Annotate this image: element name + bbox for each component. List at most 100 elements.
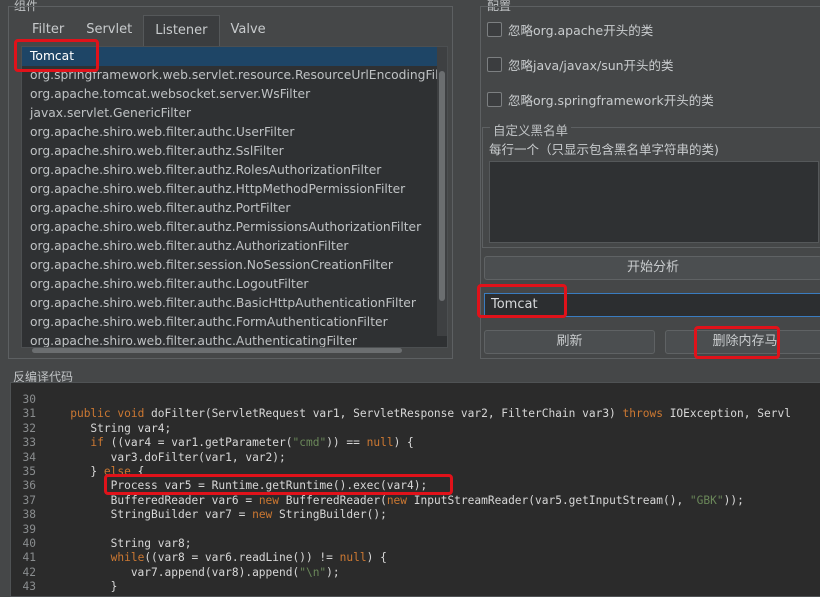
tab-listener[interactable]: Listener [143,15,220,46]
list-item[interactable]: org.apache.shiro.web.filter.authc.FormAu… [22,313,447,332]
checkbox-box[interactable] [487,91,502,107]
list-item[interactable]: org.apache.shiro.web.filter.authz.Author… [22,237,447,256]
checkbox-label: 忽略org.apache开头的类 [508,22,654,38]
checkbox-ignore-apache[interactable]: 忽略org.apache开头的类 [487,19,653,39]
code-token: String var4; [50,421,172,435]
code-token: ); [326,565,340,579]
list-item[interactable]: org.apache.shiro.web.filter.authz.HttpMe… [22,180,447,199]
code-token: )); [723,493,744,507]
code-line: 32 String var4; [11,422,820,436]
line-number: 38 [22,508,36,522]
line-number: 30 [22,393,36,406]
code-line: 43 } [11,580,820,594]
code-line: 41 while((var8 = var6.readLine()) != nul… [11,551,820,565]
code-token: new [252,508,273,522]
delete-button-highlight [694,326,780,359]
code-token: new [258,493,280,507]
code-token: var7.append(var8).append( [50,565,300,579]
list-item[interactable]: org.apache.shiro.web.filter.session.NoSe… [22,256,447,275]
line-number: 32 [22,421,36,435]
line-number: 31 [22,407,36,421]
code-token: } [50,580,118,594]
code-token: )) == [326,436,367,450]
list-item[interactable]: org.apache.shiro.web.filter.authz.SslFil… [22,142,447,161]
code-token: StringBuilder var7 = [50,508,253,522]
blacklist-hint: 每行一个（只显示包含黑名单字符串的类) [489,142,719,157]
code-token: null [339,551,367,565]
code-token: BufferedReader var6 = [50,493,259,507]
start-analysis-button[interactable]: 开始分析 [484,256,820,280]
code-line-partial [11,383,50,389]
code-token: new [386,493,408,507]
search-input-highlight [477,284,567,318]
line-number: 42 [22,565,36,579]
code-token: } [50,464,104,478]
list-item[interactable]: org.apache.shiro.web.filter.authz.Permis… [22,218,447,237]
code-token: null [366,436,394,450]
list-item[interactable]: org.apache.shiro.web.filter.authc.Authen… [22,332,447,347]
code-token: StringBuilder(); [272,508,387,522]
blacklist-title: 自定义黑名单 [490,120,572,139]
checkbox-box[interactable] [487,21,502,37]
code-line: 40 String var8; [11,537,820,551]
code-token: ) { [366,551,387,565]
list-item[interactable]: javax.servlet.GenericFilter [22,104,447,123]
code-line: 31 public void doFilter(ServletRequest v… [11,407,820,421]
line-number: 35 [22,464,36,478]
checkbox-ignore-spring[interactable]: 忽略org.springframework开头的类 [487,89,714,109]
checkbox-label: 忽略org.springframework开头的类 [508,92,714,108]
component-list[interactable]: Tomcat org.springframework.web.servlet.re… [21,46,448,348]
code-line: 34 var3.doFilter(var1, var2); [11,451,820,465]
code-token: IOException, Servl [662,407,791,421]
checkbox-label: 忽略java/javax/sun开头的类 [508,57,674,73]
code-token: public void [70,407,145,421]
list-vertical-scroll-thumb[interactable] [439,71,445,301]
code-token: while [110,551,145,565]
line-number: 43 [22,580,36,594]
code-token: "cmd" [292,436,327,450]
tomcat-item-highlight [14,39,99,72]
line-number: 41 [22,551,36,565]
line-number: 34 [22,450,36,464]
code-token: doFilter(ServletRequest var1, ServletRes… [144,407,623,421]
code-line: 38 StringBuilder var7 = new StringBuilde… [11,508,820,522]
code-line: 37 BufferedReader var6 = new BufferedRea… [11,494,820,508]
code-line: 30 [11,393,820,407]
list-vertical-scrollbar[interactable] [437,47,447,336]
code-line: 33 if ((var4 = var1.getParameter("cmd"))… [11,436,820,450]
code-line: 42 var7.append(var8).append("\n"); [11,566,820,580]
code-token: "\n" [299,565,327,579]
line-number: 39 [22,522,36,536]
code-line: 39 [11,523,820,537]
list-item[interactable]: org.apache.shiro.web.filter.authc.Logout… [22,275,447,294]
list-item[interactable]: org.apache.shiro.web.filter.authz.RolesA… [22,161,447,180]
exec-line-highlight [104,474,453,495]
code-token: ((var8 = var6.readLine()) != [144,551,340,565]
list-item[interactable]: org.apache.shiro.web.filter.authc.BasicH… [22,294,447,313]
code-token: "GBK" [689,493,724,507]
line-number: 40 [22,536,36,550]
code-token: String var8; [50,536,192,550]
blacklist-textarea[interactable] [489,161,819,243]
list-horizontal-scroll-thumb[interactable] [32,348,402,353]
line-number: 37 [22,493,36,507]
code-token: BufferedReader( [279,493,387,507]
code-token: ) { [393,436,414,450]
list-item[interactable]: org.apache.shiro.web.filter.authz.PortFi… [22,199,447,218]
refresh-button[interactable]: 刷新 [484,330,655,354]
list-item[interactable]: org.apache.shiro.web.filter.authc.UserFi… [22,123,447,142]
code-token: if [90,436,104,450]
checkbox-ignore-java[interactable]: 忽略java/javax/sun开头的类 [487,54,674,74]
list-item[interactable]: org.apache.tomcat.websocket.server.WsFil… [22,85,447,104]
code-token: var3.doFilter(var1, var2); [50,450,286,464]
code-token: ((var4 = var1.getParameter( [103,436,293,450]
line-number: 33 [22,436,36,450]
checkbox-box[interactable] [487,56,502,72]
code-token: InputStreamReader(var5.getInputStream(), [407,493,690,507]
line-number: 36 [22,479,36,493]
code-token: throws [622,407,663,421]
tab-valve[interactable]: Valve [220,15,277,45]
